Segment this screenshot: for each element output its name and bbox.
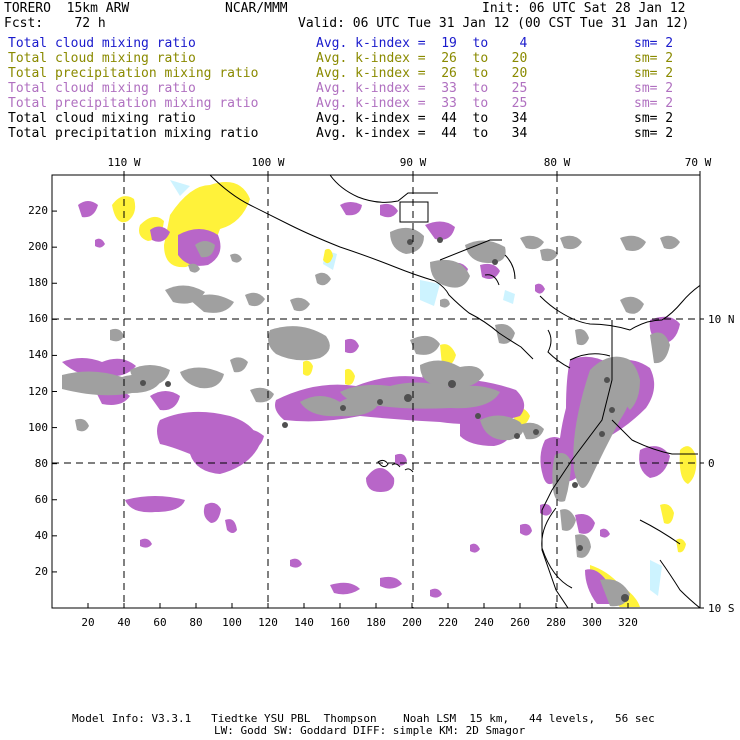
lon-label: 70 W	[684, 156, 712, 169]
x-tick-label: 280	[546, 616, 566, 629]
x-tick-label: 100	[222, 616, 242, 629]
x-tick-label: 80	[189, 616, 203, 629]
y-tick-label: 160	[28, 312, 48, 326]
lon-label: 80 W	[543, 156, 571, 169]
lat-label: 0	[708, 457, 715, 470]
lon-label: 100 W	[251, 156, 285, 169]
y-tick-label: 140	[28, 348, 48, 362]
x-tick-label: 320	[618, 616, 638, 629]
x-tick-label: 40	[117, 616, 131, 629]
y-axis-ticks	[52, 210, 57, 573]
x-tick-label: 240	[474, 616, 494, 629]
x-axis-ticks	[87, 603, 629, 608]
x-tick-label: 160	[330, 616, 350, 629]
model-info-line2: LW: Godd SW: Goddard DIFF: simple KM: 2D…	[214, 724, 526, 737]
field-layer	[52, 175, 700, 608]
y-tick-label: 100	[28, 420, 48, 434]
y-tick-label: 20	[34, 564, 48, 578]
y-tick-label: 40	[34, 528, 48, 542]
lon-tick-marks	[123, 171, 701, 175]
y-tick-label: 120	[28, 384, 48, 398]
y-tick-label: 180	[28, 276, 48, 290]
lon-label: 90 W	[399, 156, 427, 169]
x-tick-label: 200	[402, 616, 422, 629]
y-tick-label: 60	[34, 492, 48, 506]
x-tick-label: 180	[366, 616, 386, 629]
x-tick-label: 60	[153, 616, 167, 629]
lon-label: 110 W	[107, 156, 141, 169]
x-tick-label: 120	[258, 616, 278, 629]
x-tick-label: 220	[438, 616, 458, 629]
y-tick-label: 220	[28, 204, 48, 218]
lat-label: 10 N	[708, 313, 735, 326]
lat-tick-marks	[700, 318, 704, 609]
y-tick-label: 200	[28, 240, 48, 254]
x-tick-label: 20	[81, 616, 95, 629]
x-tick-label: 300	[582, 616, 602, 629]
forecast-map	[51, 171, 704, 609]
x-tick-label: 260	[510, 616, 530, 629]
y-tick-label: 80	[34, 456, 48, 470]
lat-label: 10 S	[708, 602, 735, 615]
x-tick-label: 140	[294, 616, 314, 629]
